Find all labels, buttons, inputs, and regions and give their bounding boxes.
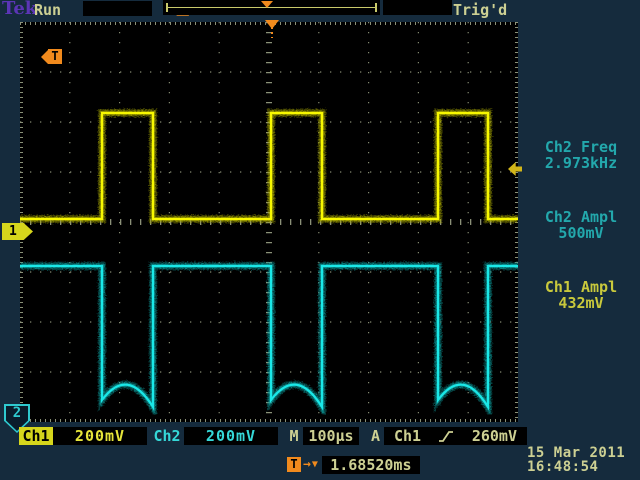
record-view-position-marker-icon <box>261 1 273 8</box>
rising-edge-icon <box>438 429 454 444</box>
ch1-volts-per-div: 200mV <box>53 427 147 445</box>
right-arrow-icon: → <box>303 457 311 472</box>
trigger-readout: Ch1 260mV <box>384 427 527 445</box>
record-view-bar <box>163 0 380 15</box>
measurement-label: Ch2 Ampl <box>522 209 640 225</box>
trigger-status-box <box>383 0 452 15</box>
channel-status-bar: Ch1 200mV Ch2 200mV M 100µs A Ch1 260mV <box>0 427 640 445</box>
time-per-div: 100µs <box>303 427 359 445</box>
measurement-value: 500mV <box>522 225 640 241</box>
ch2-volts-per-div: 200mV <box>184 427 278 445</box>
datetime-readout: 15 Mar 2011 16:48:54 <box>527 446 640 474</box>
trigger-system-label: A <box>368 427 383 445</box>
measurement-readout: Ch2 Freq2.973kHz <box>522 139 640 171</box>
trigger-position-marker-icon <box>265 20 279 29</box>
trigger-t-icon: T <box>287 457 301 472</box>
measurement-readout: Ch1 Ampl432mV <box>522 279 640 311</box>
measurement-label: Ch2 Freq <box>522 139 640 155</box>
acquisition-status: Run <box>34 1 61 19</box>
trigger-offscreen-flag: T <box>41 49 62 64</box>
measurement-sidebar: Ch2 Freq2.973kHz Ch2 Ampl500mV Ch1 Ampl432… <box>522 22 640 349</box>
trigger-status-text: Trig'd <box>453 1 507 19</box>
down-triangle-icon: ▼ <box>312 459 318 470</box>
measurement-value: 432mV <box>522 295 640 311</box>
main-timebase-label: M <box>286 427 302 445</box>
time-text: 16:48:54 <box>527 460 640 474</box>
date-text: 15 Mar 2011 <box>527 446 640 460</box>
ch2-trace <box>20 266 518 407</box>
delay-time-value: 1.68520ms <box>322 456 420 474</box>
ch2-channel-tag: Ch2 <box>150 427 184 445</box>
left-arrow-icon <box>41 50 48 64</box>
ch2-marker-label: 2 <box>4 405 30 421</box>
oscilloscope-screen: Tek Run T Trig'd <box>0 0 640 480</box>
measurement-readout: Ch2 Ampl500mV <box>522 209 640 241</box>
waveform-plot <box>20 22 518 422</box>
measurement-label: Ch1 Ampl <box>522 279 640 295</box>
trigger-level-value: 260mV <box>472 427 517 445</box>
trigger-position-indicator-box: T <box>83 1 152 16</box>
trigger-t-icon: T <box>48 49 62 64</box>
measurement-value: 2.973kHz <box>522 155 640 171</box>
horizontal-delay-readout: T → ▼ 1.68520ms <box>287 455 420 474</box>
ch1-channel-tag: Ch1 <box>19 427 53 445</box>
trigger-source: Ch1 <box>394 427 421 445</box>
ch1-trace <box>20 113 518 219</box>
record-view-right-bracket <box>375 3 377 12</box>
tek-logo: Tek <box>2 0 37 19</box>
top-status-bar: Tek Run T Trig'd <box>0 0 640 19</box>
waveform-display-area: T <box>20 22 518 422</box>
